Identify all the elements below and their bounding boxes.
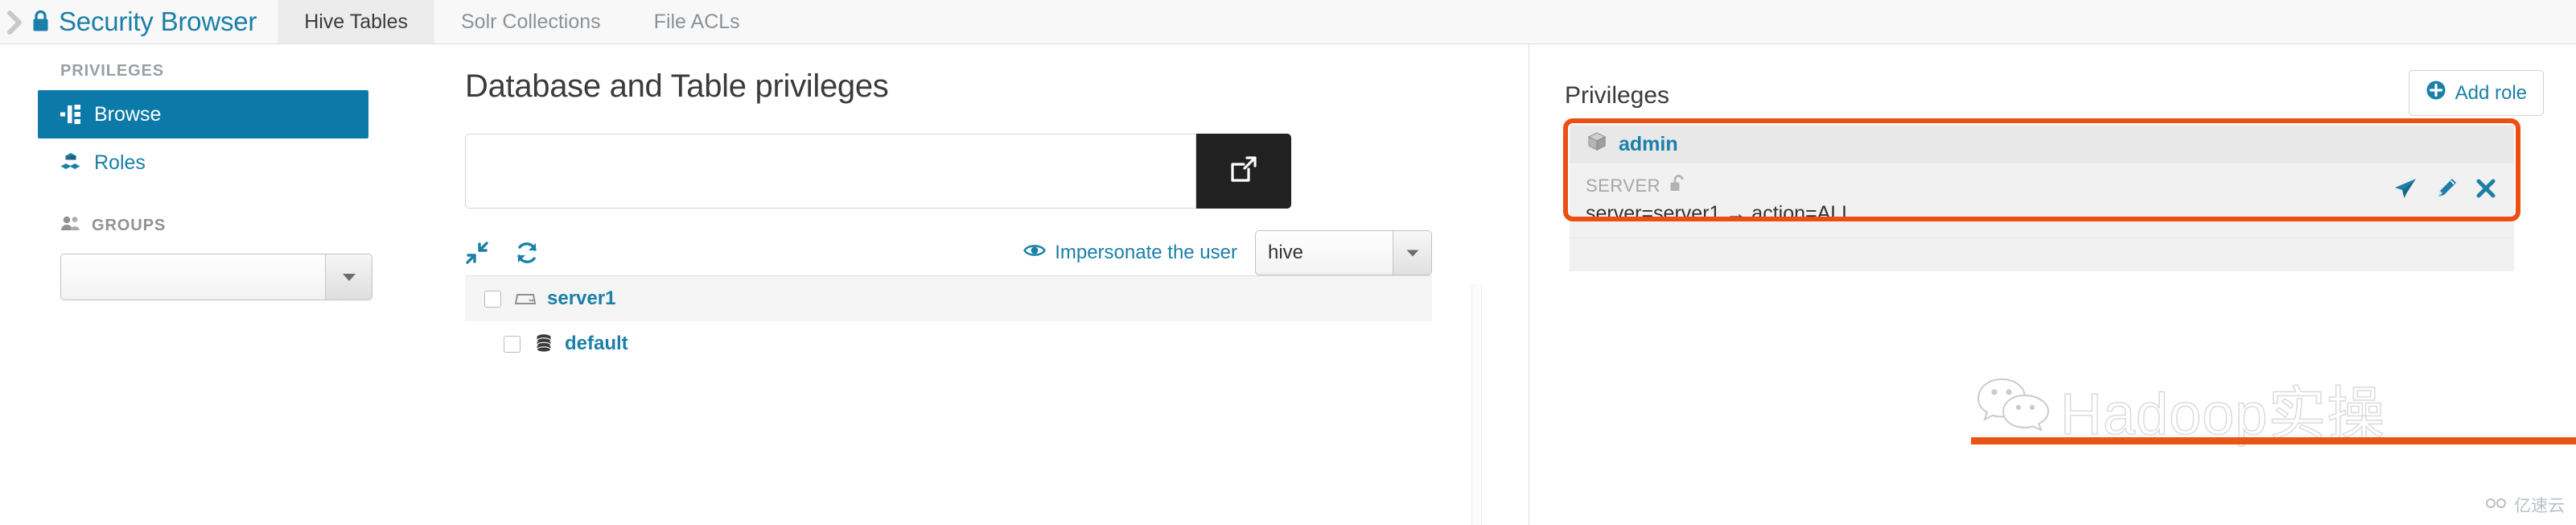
tab-file-acls-label: File ACLs bbox=[653, 10, 740, 33]
sidebar-item-browse-label: Browse bbox=[94, 102, 162, 126]
lock-icon bbox=[31, 9, 51, 35]
app-brand-label: Security Browser bbox=[59, 6, 257, 36]
impersonate-user-select-value: hive bbox=[1268, 242, 1304, 263]
tree-row-default[interactable]: default bbox=[465, 321, 1432, 366]
tree-row-server1[interactable]: server1 bbox=[465, 276, 1432, 321]
unlock-icon bbox=[1669, 174, 1686, 198]
groups-select[interactable] bbox=[60, 254, 372, 300]
sidebar-item-roles[interactable]: Roles bbox=[38, 138, 368, 187]
add-role-button[interactable]: Add role bbox=[2408, 70, 2544, 116]
privilege-detail: server=server1 → action=ALL bbox=[1586, 202, 1854, 225]
app-brand[interactable]: Security Browser bbox=[31, 0, 278, 43]
tree-row-default-checkbox[interactable] bbox=[504, 335, 521, 353]
tree-row-default-label: default bbox=[565, 333, 628, 354]
main-content: Database and Table privileges Impersonat… bbox=[409, 44, 1487, 525]
privileges-panel: Privileges Add role admin SERVER server=… bbox=[1529, 44, 2576, 525]
chevron-down-icon bbox=[325, 254, 372, 300]
privilege-scope-label: SERVER bbox=[1586, 176, 1661, 196]
sidebar-section-groups: GROUPS bbox=[0, 187, 409, 236]
cube-icon bbox=[1586, 130, 1608, 159]
search-input[interactable] bbox=[465, 134, 1196, 209]
cubes-icon bbox=[60, 152, 81, 173]
nav-tabs: Hive Tables Solr Collections File ACLs bbox=[278, 0, 766, 43]
privilege-row-actions bbox=[2393, 176, 2496, 200]
pencil-icon[interactable] bbox=[2435, 177, 2458, 200]
tab-file-acls[interactable]: File ACLs bbox=[628, 0, 767, 43]
search-row bbox=[465, 134, 1291, 209]
collapse-icon[interactable] bbox=[465, 241, 489, 265]
plus-circle-icon bbox=[2426, 80, 2446, 106]
role-card-admin: admin SERVER server=server1 → action=ALL bbox=[1570, 125, 2514, 271]
tab-hive-tables-label: Hive Tables bbox=[304, 10, 408, 33]
tree-row-server1-checkbox[interactable] bbox=[484, 290, 501, 308]
users-icon bbox=[60, 215, 81, 236]
impersonate-user-toggle[interactable]: Impersonate the user bbox=[1023, 242, 1237, 264]
role-card-header[interactable]: admin bbox=[1570, 125, 2514, 163]
eye-icon bbox=[1023, 242, 1047, 264]
sidebar-collapse-toggle[interactable] bbox=[0, 0, 31, 43]
database-icon bbox=[533, 333, 554, 354]
security-browser-app: Security Browser Hive Tables Solr Collec… bbox=[0, 0, 2576, 525]
search-submit-button[interactable] bbox=[1196, 134, 1291, 209]
sidebar-groups-label: GROUPS bbox=[92, 216, 167, 234]
role-name-label: admin bbox=[1619, 132, 1678, 155]
privilege-card-footer bbox=[1570, 238, 2514, 271]
privilege-scope: SERVER bbox=[1586, 174, 2498, 198]
tree-toolbar: Impersonate the user hive bbox=[465, 230, 1432, 275]
sidebar-item-roles-label: Roles bbox=[94, 151, 146, 174]
tab-solr-collections[interactable]: Solr Collections bbox=[434, 0, 628, 43]
server-icon bbox=[514, 290, 537, 308]
sidebar: PRIVILEGES Browse Roles GROUPS bbox=[0, 44, 409, 525]
groups-select-value bbox=[61, 254, 325, 300]
sidebar-item-browse[interactable]: Browse bbox=[38, 90, 368, 138]
impersonate-user-label: Impersonate the user bbox=[1055, 242, 1237, 263]
chevron-right-icon bbox=[6, 10, 24, 35]
privileges-panel-title: Privileges bbox=[1565, 81, 1670, 109]
privileges-panel-header: Privileges Add role bbox=[1529, 44, 2576, 116]
impersonate-user-select[interactable]: hive bbox=[1255, 230, 1432, 275]
sidebar-section-privileges: PRIVILEGES bbox=[60, 62, 165, 80]
privilege-entry-row: SERVER server=server1 → action=ALL bbox=[1570, 163, 2514, 238]
tab-solr-collections-label: Solr Collections bbox=[460, 10, 601, 33]
page-title: Database and Table privileges bbox=[465, 68, 889, 104]
tree-row-server1-label: server1 bbox=[547, 287, 616, 309]
external-link-icon bbox=[1228, 154, 1259, 188]
tab-hive-tables[interactable]: Hive Tables bbox=[278, 0, 434, 43]
main-scrollbar[interactable] bbox=[1471, 284, 1482, 525]
chevron-down-icon bbox=[1393, 231, 1431, 275]
close-icon[interactable] bbox=[2475, 178, 2496, 199]
add-role-label: Add role bbox=[2455, 81, 2527, 104]
refresh-icon[interactable] bbox=[515, 241, 539, 265]
privileges-tree: server1 default bbox=[465, 275, 1432, 366]
send-icon[interactable] bbox=[2393, 176, 2418, 200]
top-navigation-bar: Security Browser Hive Tables Solr Collec… bbox=[0, 0, 2576, 44]
sitemap-icon bbox=[60, 104, 81, 125]
